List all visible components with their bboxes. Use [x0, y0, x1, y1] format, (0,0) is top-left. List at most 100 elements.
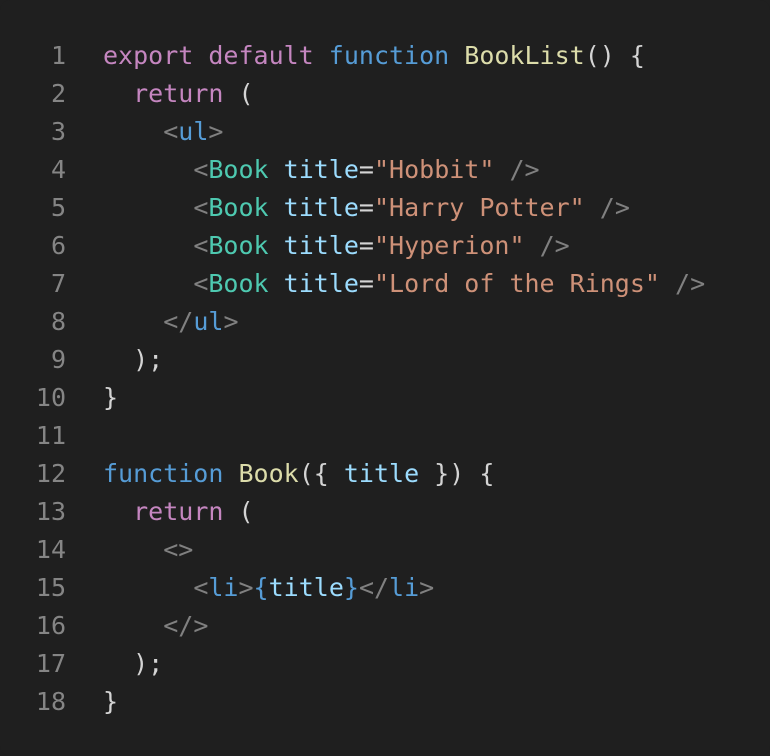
- code-line[interactable]: 5 <Book title="Harry Potter" />: [0, 188, 770, 226]
- code-token: title: [283, 230, 359, 260]
- code-token: title: [283, 192, 359, 222]
- code-line[interactable]: 17 );: [0, 644, 770, 682]
- code-line[interactable]: 18}: [0, 682, 770, 720]
- code-token: return: [133, 496, 224, 526]
- code-text[interactable]: }: [66, 687, 118, 716]
- code-token: (: [223, 496, 254, 526]
- line-number: 18: [35, 686, 66, 716]
- code-token: }: [343, 572, 359, 602]
- code-line[interactable]: 9 );: [0, 340, 770, 378]
- code-token: BookList: [464, 40, 585, 70]
- code-token: "Hyperion": [373, 230, 525, 260]
- code-text[interactable]: );: [66, 345, 163, 374]
- code-line[interactable]: 8 </ul>: [0, 302, 770, 340]
- line-number: 5: [50, 192, 66, 222]
- code-text[interactable]: <li>{title}</li>: [66, 573, 434, 602]
- code-line[interactable]: 13 return (: [0, 492, 770, 530]
- code-token: {: [253, 572, 269, 602]
- code-line[interactable]: 16 </>: [0, 606, 770, 644]
- code-line[interactable]: 15 <li>{title}</li>: [0, 568, 770, 606]
- code-text[interactable]: </>: [66, 611, 208, 640]
- code-token: "Hobbit": [373, 154, 495, 184]
- code-token: li: [389, 572, 420, 602]
- code-line[interactable]: 4 <Book title="Hobbit" />: [0, 150, 770, 188]
- code-token: />: [509, 154, 540, 184]
- code-token: =: [358, 230, 374, 260]
- code-text[interactable]: <Book title="Hobbit" />: [66, 154, 540, 184]
- code-line[interactable]: 12 function Book({ title }) {: [0, 454, 770, 492]
- code-token: >: [238, 572, 254, 602]
- line-number: 17: [35, 648, 66, 678]
- line-number: 4: [50, 154, 66, 184]
- code-token: title: [283, 154, 359, 184]
- code-text[interactable]: return (: [66, 496, 254, 526]
- code-text[interactable]: <Book title="Hyperion" />: [66, 230, 569, 260]
- code-text[interactable]: return (: [66, 78, 253, 108]
- code-token: >: [419, 572, 435, 602]
- code-token: );: [103, 344, 164, 374]
- code-line[interactable]: 7 <Book title="Lord of the Rings" />: [0, 264, 770, 302]
- code-token: return: [133, 78, 224, 108]
- line-number: 14: [35, 534, 66, 564]
- line-number: 3: [50, 116, 66, 146]
- code-token: Book: [208, 192, 269, 222]
- code-text[interactable]: <>: [66, 535, 193, 564]
- code-token: <: [193, 268, 209, 298]
- code-token: ul: [178, 116, 209, 146]
- code-token: </: [358, 572, 390, 602]
- code-token: }: [103, 382, 119, 412]
- code-text[interactable]: }: [66, 383, 118, 412]
- code-line[interactable]: 1 export default function BookList() {: [0, 36, 770, 74]
- line-number: 1: [50, 40, 66, 70]
- code-text[interactable]: function Book({ title }) {: [66, 459, 494, 488]
- code-token: </: [163, 306, 194, 336]
- code-line[interactable]: 11: [0, 416, 770, 454]
- code-line[interactable]: 6 <Book title="Hyperion" />: [0, 226, 770, 264]
- code-token: Book: [208, 268, 269, 298]
- code-text[interactable]: </ul>: [66, 306, 238, 336]
- code-line[interactable]: 14 <>: [0, 530, 770, 568]
- code-token: <: [193, 572, 209, 602]
- code-text[interactable]: export default function BookList() {: [66, 41, 645, 70]
- code-text[interactable]: <Book title="Lord of the Rings" />: [66, 269, 705, 298]
- code-text[interactable]: );: [66, 649, 163, 678]
- line-number: 13: [35, 496, 66, 526]
- code-text[interactable]: <ul>: [66, 117, 223, 146]
- code-token: );: [103, 648, 164, 678]
- code-token: title: [343, 458, 420, 488]
- code-token: li: [208, 572, 239, 602]
- code-line[interactable]: 10}: [0, 378, 770, 416]
- code-token: <: [193, 192, 209, 222]
- code-line[interactable]: 2 return (: [0, 74, 770, 112]
- code-token: Book: [208, 230, 269, 260]
- code-token: function: [328, 40, 450, 70]
- code-token: "Harry Potter": [373, 192, 585, 222]
- code-editor[interactable]: 1 export default function BookList() {2 r…: [0, 0, 770, 756]
- code-token: =: [358, 154, 374, 184]
- line-number: 12: [35, 458, 66, 488]
- code-token: title: [283, 268, 359, 298]
- code-text[interactable]: <Book title="Harry Potter" />: [66, 193, 630, 222]
- line-number: 9: [50, 344, 66, 374]
- code-token: "Lord of the Rings": [373, 268, 660, 298]
- code-line[interactable]: 3 <ul>: [0, 112, 770, 150]
- code-token: }: [103, 686, 119, 716]
- code-token: }) {: [419, 458, 495, 488]
- line-number: 15: [35, 572, 66, 602]
